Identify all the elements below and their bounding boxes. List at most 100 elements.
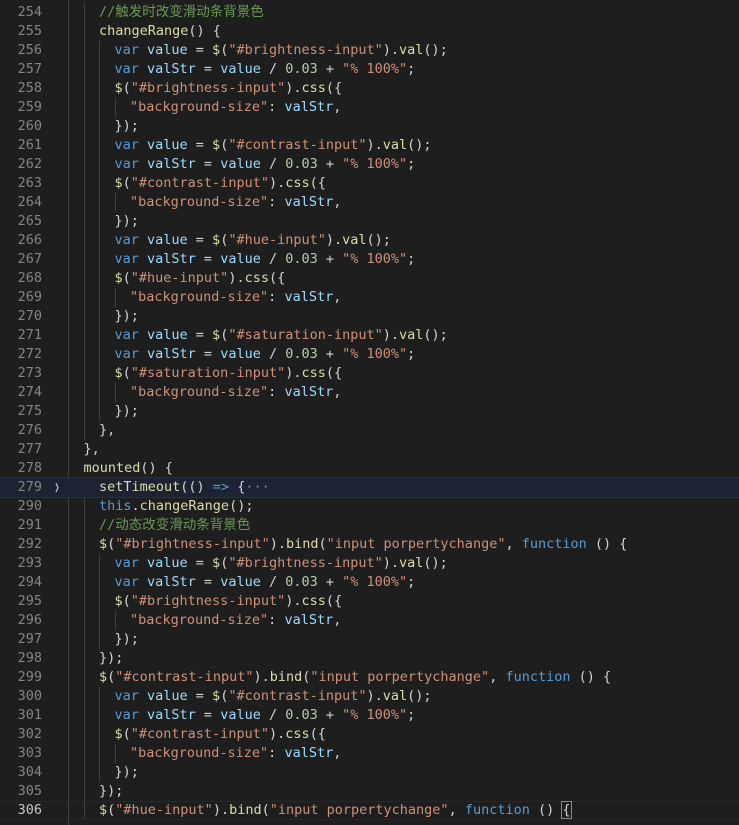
code-editor[interactable]: 254//触发时改变滑动条背景色 255 changeRange() {256 var… <box>0 0 739 825</box>
code-line[interactable]: 296 "background-size": valStr, <box>0 611 739 630</box>
code-line[interactable]: 279 ❯ setTimeout(() => {··· <box>0 477 739 498</box>
code-token: "background-size" <box>130 745 269 761</box>
code-line[interactable]: 301 var valStr = value / 0.03 + "% 100%"; <box>0 706 739 725</box>
code-line[interactable]: 292 $("#brightness-input").bind("input po… <box>0 535 739 554</box>
code-line[interactable]: 274 "background-size": valStr, <box>0 383 739 402</box>
code-token: ( <box>122 726 131 742</box>
code-token: "#saturation-input" <box>130 365 286 381</box>
code-line[interactable]: 261 var value = $("#contrast-input").val(… <box>0 136 739 155</box>
code-token: () { <box>140 460 173 476</box>
code-content: }); <box>115 212 139 231</box>
code-token: "background-size" <box>130 289 269 305</box>
code-line[interactable]: 278 mounted() { <box>0 459 739 478</box>
code-token: (); <box>407 688 432 704</box>
code-line[interactable]: 271 var value = $("#saturation-input").va… <box>0 326 739 345</box>
code-token: mounted <box>83 460 141 476</box>
line-number: 263 <box>17 175 42 191</box>
code-line[interactable]: 295 $("#brightness-input").css({ <box>0 592 739 611</box>
code-line[interactable]: 260}); <box>0 117 739 136</box>
code-line[interactable]: 294 var valStr = value / 0.03 + "% 100%"; <box>0 573 739 592</box>
code-token: $ <box>99 669 108 685</box>
code-line[interactable]: 268 $("#hue-input").css({ <box>0 269 739 288</box>
code-line[interactable]: 300 var value = $("#contrast-input").val(… <box>0 687 739 706</box>
line-number: 301 <box>17 707 42 723</box>
code-token: $ <box>99 802 108 818</box>
line-number: 294 <box>17 574 42 590</box>
line-number: 293 <box>17 555 42 571</box>
code-line[interactable]: 297}); <box>0 630 739 649</box>
code-token: ; <box>407 251 416 267</box>
code-token: }, <box>83 441 100 457</box>
code-content: changeRange() { <box>99 22 221 41</box>
line-number: 273 <box>17 365 42 381</box>
code-token: $ <box>114 175 123 191</box>
code-token: ; <box>407 707 416 723</box>
code-token: "% 100%" <box>342 346 408 362</box>
code-content: $("#contrast-input").bind("input porpert… <box>99 668 611 687</box>
code-line[interactable]: 258 $("#brightness-input").css({ <box>0 79 739 98</box>
code-line[interactable]: 306 $("#hue-input").bind("input porpertyc… <box>0 801 739 820</box>
code-line[interactable]: 270}); <box>0 307 739 326</box>
code-token: val <box>399 327 424 343</box>
code-line[interactable]: 255 changeRange() { <box>0 22 739 41</box>
code-content: mounted() { <box>84 459 173 478</box>
code-content: "background-size": valStr, <box>130 98 341 117</box>
code-line[interactable]: 265}); <box>0 212 739 231</box>
code-line[interactable]: 299 $("#contrast-input").bind("input porp… <box>0 668 739 687</box>
code-line[interactable]: 259 "background-size": valStr, <box>0 98 739 117</box>
code-content: }); <box>115 402 139 421</box>
code-token: var <box>114 555 148 571</box>
code-content: var value = $("#brightness-input").val()… <box>115 554 448 573</box>
code-line[interactable]: 293 var value = $("#brightness-input").va… <box>0 554 739 573</box>
code-token: "#contrast-input" <box>115 669 254 685</box>
code-line[interactable]: 302 $("#contrast-input").css({ <box>0 725 739 744</box>
code-line[interactable]: 304}); <box>0 763 739 782</box>
code-line[interactable]: 266 var value = $("#hue-input").val(); <box>0 231 739 250</box>
code-token: //动态改变滑动条背景色 <box>99 517 251 533</box>
code-line[interactable]: 272 var valStr = value / 0.03 + "% 100%"; <box>0 345 739 364</box>
code-token: value <box>147 137 188 153</box>
code-line[interactable]: 257 var valStr = value / 0.03 + "% 100%"; <box>0 60 739 79</box>
code-line[interactable]: 263 $("#contrast-input").css({ <box>0 174 739 193</box>
code-token: "% 100%" <box>342 156 408 172</box>
code-line[interactable]: 275}); <box>0 402 739 421</box>
code-token: ). <box>268 726 286 742</box>
code-token: 0.03 <box>285 574 318 590</box>
code-token: 0.03 <box>285 156 318 172</box>
fold-chevron-right-icon[interactable]: ❯ <box>52 478 62 497</box>
code-line[interactable]: 277}, <box>0 440 739 459</box>
code-token: valStr <box>147 346 196 362</box>
code-token: value <box>147 327 188 343</box>
code-token: 0.03 <box>285 346 318 362</box>
code-token: ( <box>261 802 270 818</box>
code-line[interactable]: 276}, <box>0 421 739 440</box>
code-line[interactable]: 254 //触发时改变滑动条背景色 <box>0 3 739 22</box>
code-line[interactable]: 267 var valStr = value / 0.03 + "% 100%"; <box>0 250 739 269</box>
code-token: $ <box>212 555 221 571</box>
code-content: var valStr = value / 0.03 + "% 100%"; <box>115 250 416 269</box>
code-line[interactable]: 298}); <box>0 649 739 668</box>
code-token: changeRange <box>139 498 230 514</box>
code-line[interactable]: 273 $("#saturation-input").css({ <box>0 364 739 383</box>
code-content: var value = $("#contrast-input").val(); <box>115 136 432 155</box>
code-token: , <box>333 194 342 210</box>
code-content: }, <box>99 421 115 440</box>
code-line[interactable]: 291 //动态改变滑动条背景色 <box>0 516 739 535</box>
code-content: $("#hue-input").bind("input porpertychan… <box>99 801 572 819</box>
code-token[interactable]: ··· <box>245 479 269 495</box>
code-token: "#contrast-input" <box>130 175 269 191</box>
code-line[interactable]: 305}); <box>0 782 739 801</box>
code-content: $("#saturation-input").css({ <box>115 364 343 383</box>
code-line[interactable]: 256 var value = $("#brightness-input").va… <box>0 41 739 60</box>
code-token: changeRange <box>99 23 189 39</box>
code-content: $("#brightness-input").bind("input porpe… <box>99 535 627 554</box>
code-line[interactable]: 303 "background-size": valStr, <box>0 744 739 763</box>
code-token: (); <box>229 498 254 514</box>
code-line[interactable]: 290 this.changeRange(); <box>0 497 739 516</box>
code-line[interactable]: 269 "background-size": valStr, <box>0 288 739 307</box>
code-line[interactable]: 262 var valStr = value / 0.03 + "% 100%"; <box>0 155 739 174</box>
code-content: }, <box>84 440 100 459</box>
code-content: }); <box>99 782 123 801</box>
matched-bracket: { <box>561 801 572 819</box>
code-line[interactable]: 264 "background-size": valStr, <box>0 193 739 212</box>
